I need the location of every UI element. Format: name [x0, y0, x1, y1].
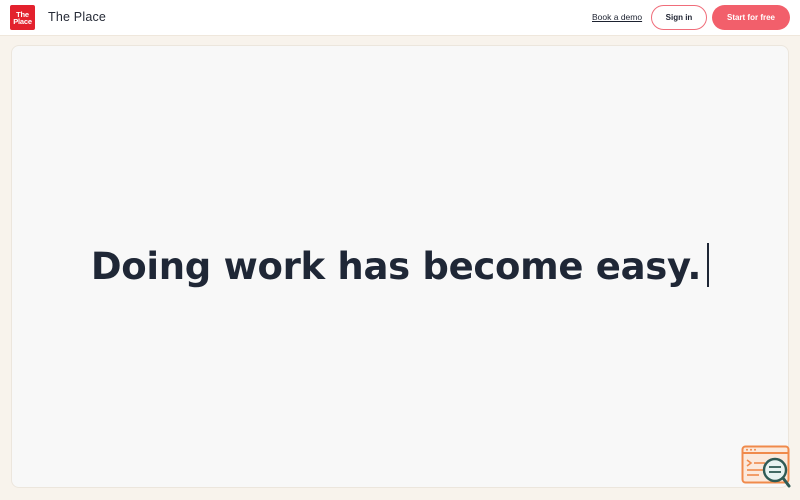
- text-cursor: [707, 243, 710, 287]
- brand-name[interactable]: The Place: [48, 10, 106, 24]
- hero-headline-line: Doing work has become easy.: [0, 243, 800, 288]
- brand-logo[interactable]: The Place: [10, 5, 35, 30]
- hero-headline: Doing work has become easy.: [90, 245, 702, 288]
- sign-in-button[interactable]: Sign in: [651, 5, 707, 30]
- top-navigation-bar: The Place The Place Book a demo Sign in S…: [0, 0, 800, 36]
- search-document-icon-graphic: [741, 445, 791, 488]
- book-demo-link[interactable]: Book a demo: [592, 12, 642, 22]
- search-document-icon[interactable]: [741, 445, 791, 489]
- start-for-free-button[interactable]: Start for free: [712, 5, 790, 30]
- logo-text: The Place: [13, 9, 32, 26]
